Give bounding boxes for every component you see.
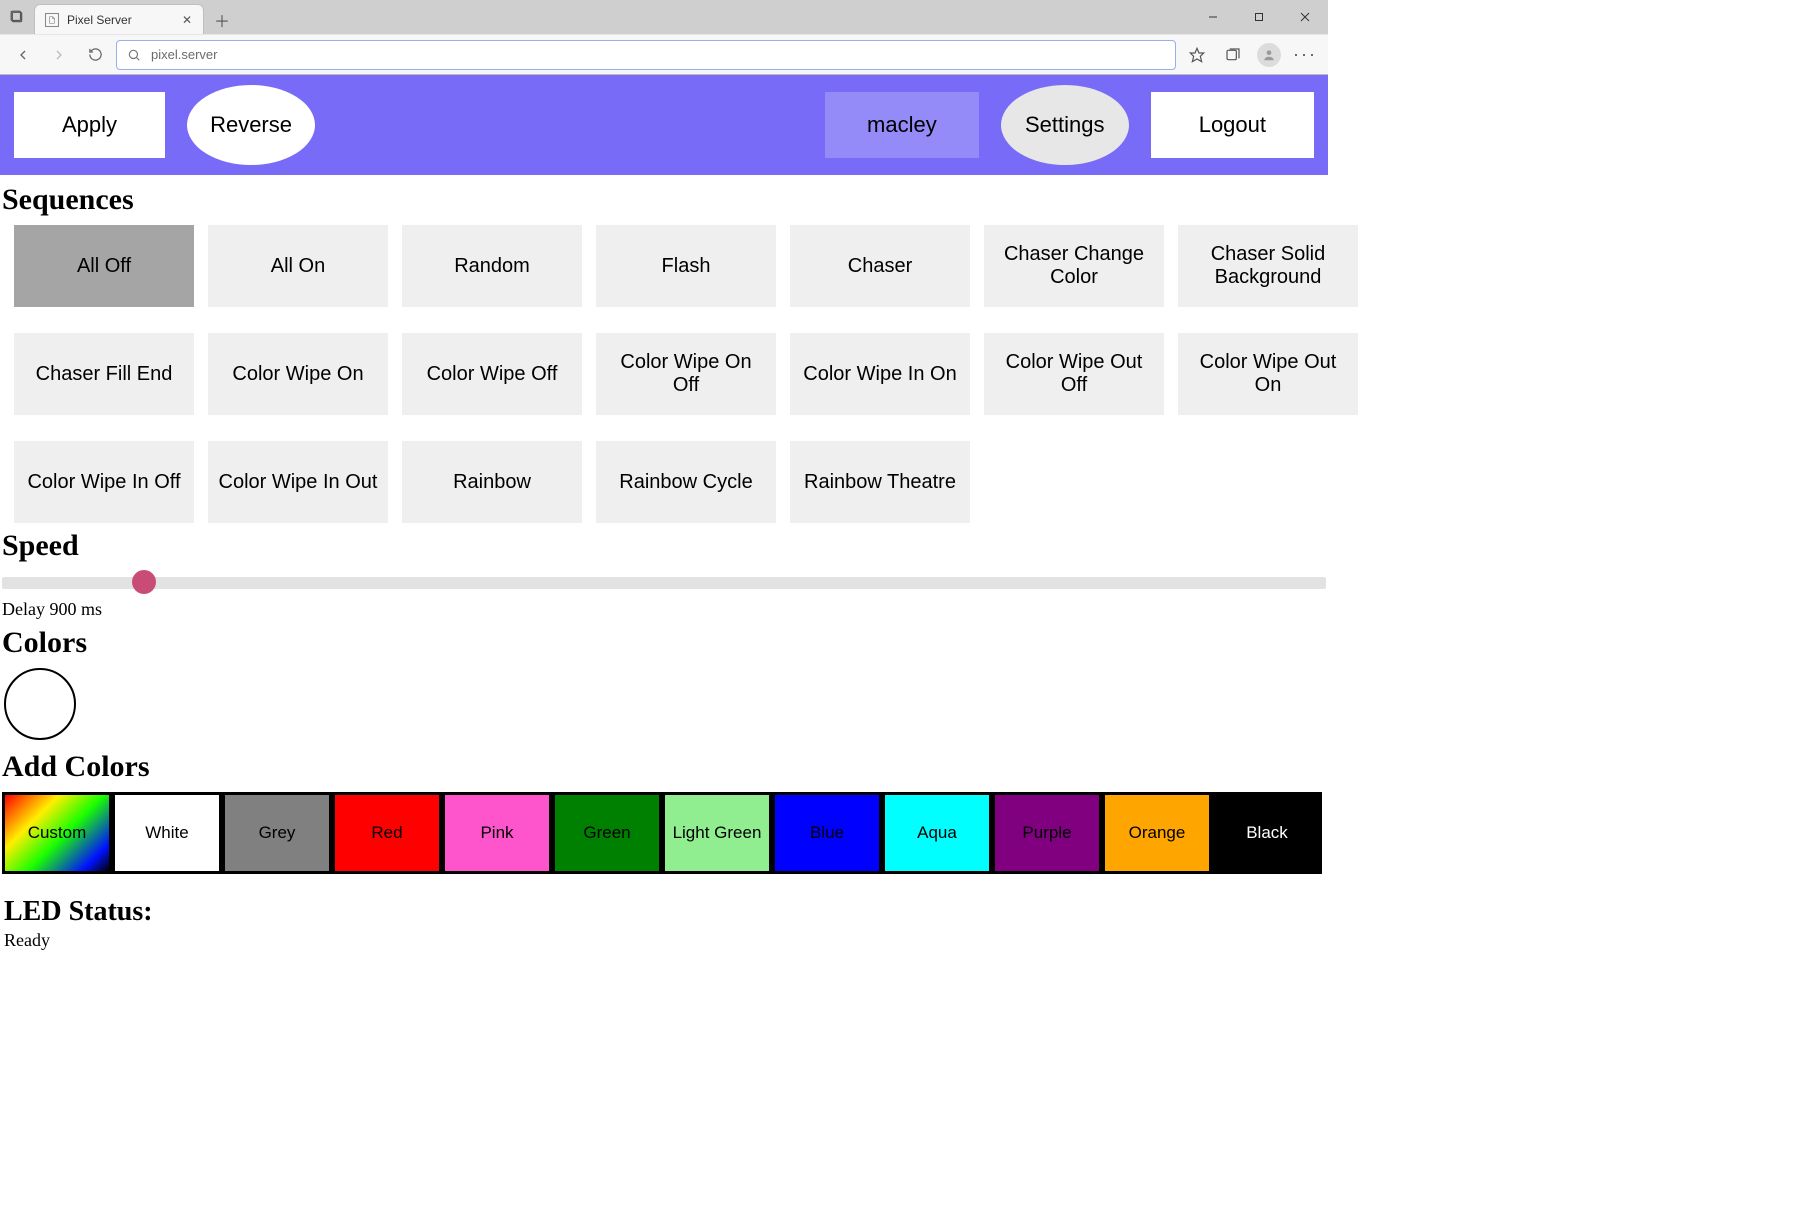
palette-color[interactable]: Green [552,792,662,874]
forward-button[interactable] [44,40,74,70]
avatar-icon [1257,43,1281,67]
address-bar[interactable]: pixel.server [116,40,1176,70]
profile-button[interactable] [1254,40,1284,70]
sequence-button[interactable]: Color Wipe In Out [208,441,388,523]
palette-color[interactable]: Purple [992,792,1102,874]
page-content: Sequences All OffAll OnRandomFlashChaser… [0,175,1328,971]
add-colors-heading: Add Colors [2,750,1326,784]
led-status-heading: LED Status: [4,896,1326,928]
apply-button[interactable]: Apply [14,92,165,158]
collections-button[interactable] [1218,40,1248,70]
app-header: Apply Reverse macley Settings Logout [0,75,1328,175]
minimize-button[interactable] [1190,3,1236,31]
palette-color[interactable]: Pink [442,792,552,874]
close-window-button[interactable] [1282,3,1328,31]
window-controls [1190,0,1328,34]
palette-color[interactable]: Red [332,792,442,874]
favorites-button[interactable] [1182,40,1212,70]
sequence-button[interactable]: All On [208,225,388,307]
palette-color[interactable]: Blue [772,792,882,874]
sequences-grid: All OffAll OnRandomFlashChaserChaser Cha… [2,225,1326,523]
palette-color[interactable]: Light Green [662,792,772,874]
sequence-button[interactable]: Color Wipe In On [790,333,970,415]
palette-color[interactable]: Aqua [882,792,992,874]
sequence-button[interactable]: Color Wipe In Off [14,441,194,523]
settings-button[interactable]: Settings [1001,85,1129,165]
titlebar: Pixel Server ✕ ＋ [0,0,1328,34]
tab-actions-button[interactable] [0,0,34,34]
delay-text: Delay 900 ms [2,599,1326,620]
palette-color[interactable]: White [112,792,222,874]
slider-thumb[interactable] [132,570,156,594]
more-button[interactable]: ··· [1290,40,1320,70]
sequence-button[interactable]: Color Wipe Off [402,333,582,415]
sequence-button[interactable]: Random [402,225,582,307]
page-icon [45,13,59,27]
tab-title: Pixel Server [67,13,179,27]
browser-chrome: Pixel Server ✕ ＋ pixel.server ··· [0,0,1328,75]
reverse-button[interactable]: Reverse [187,85,315,165]
sequence-button[interactable]: Chaser Solid Background [1178,225,1358,307]
sequence-button[interactable]: Flash [596,225,776,307]
speed-slider[interactable] [2,571,1326,595]
sequence-button[interactable]: All Off [14,225,194,307]
sequence-button[interactable]: Rainbow Theatre [790,441,970,523]
palette-color[interactable]: Grey [222,792,332,874]
header-right-group: macley Settings Logout [825,85,1314,165]
current-colors [2,668,1326,740]
sequence-button[interactable]: Color Wipe On Off [596,333,776,415]
sequence-button[interactable]: Color Wipe Out Off [984,333,1164,415]
speed-heading: Speed [2,529,1326,563]
color-palette: CustomWhiteGreyRedPinkGreenLight GreenBl… [2,792,1326,874]
slider-track [2,577,1326,589]
back-button[interactable] [8,40,38,70]
logout-button[interactable]: Logout [1151,92,1314,158]
username-chip[interactable]: macley [825,92,979,158]
maximize-button[interactable] [1236,3,1282,31]
refresh-button[interactable] [80,40,110,70]
browser-toolbar: pixel.server ··· [0,34,1328,74]
sequence-button[interactable]: Chaser [790,225,970,307]
sequence-button[interactable]: Rainbow [402,441,582,523]
url-text: pixel.server [151,47,217,62]
close-tab-button[interactable]: ✕ [179,12,195,28]
sequences-heading: Sequences [2,183,1326,217]
palette-color[interactable]: Custom [2,792,112,874]
new-tab-button[interactable]: ＋ [208,6,236,34]
sequence-button[interactable]: Chaser Fill End [14,333,194,415]
palette-color[interactable]: Black [1212,792,1322,874]
colors-heading: Colors [2,626,1326,660]
color-swatch[interactable] [4,668,76,740]
led-status-text: Ready [4,930,1326,951]
sequence-button[interactable]: Color Wipe On [208,333,388,415]
search-icon [127,48,141,62]
palette-color[interactable]: Orange [1102,792,1212,874]
sequence-button[interactable]: Color Wipe Out On [1178,333,1358,415]
sequence-button[interactable]: Rainbow Cycle [596,441,776,523]
sequence-button[interactable]: Chaser Change Color [984,225,1164,307]
browser-tab[interactable]: Pixel Server ✕ [34,4,204,34]
